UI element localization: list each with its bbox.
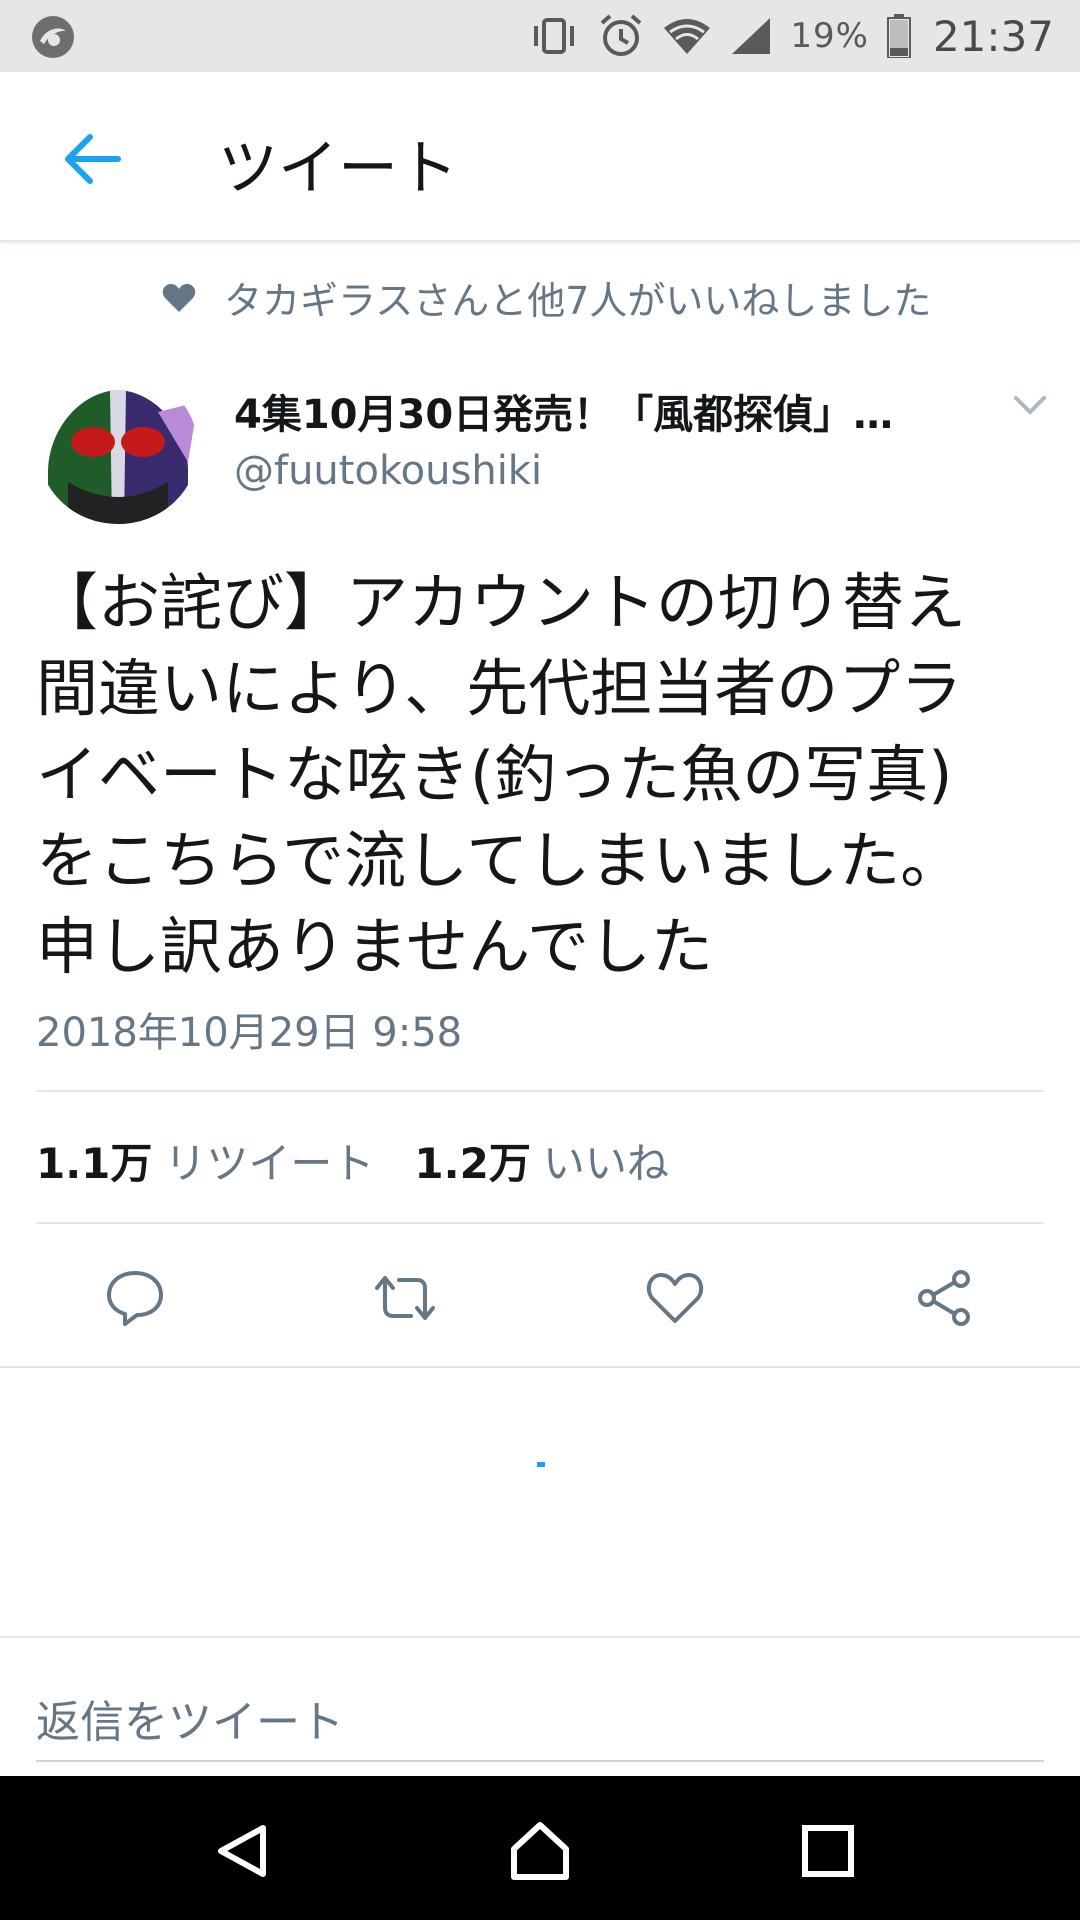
nav-home-button[interactable] [505, 1816, 575, 1886]
divider [36, 1222, 1044, 1224]
reply-placeholder: 返信をツイート [36, 1697, 344, 1748]
tweet-actions [0, 1226, 1080, 1366]
tweet-text: 【お詫び】アカウントの切り替え 間違いにより、先代担当者のプラ イベートな呟き(… [36, 560, 1046, 990]
share-button[interactable] [910, 1266, 980, 1330]
tweet-text-line: 申し訳ありませんでした [36, 910, 714, 983]
like-label[interactable]: いいね [543, 1130, 669, 1191]
share-icon [918, 1270, 970, 1326]
retweet-label[interactable]: リツイート [164, 1130, 374, 1191]
status-icons: 19% 21:37 [528, 0, 1054, 72]
author-handle[interactable]: @fuutokoushiki [234, 448, 542, 494]
app-bar: ツイート [0, 72, 1080, 242]
wifi-icon [664, 19, 711, 54]
page-title: ツイート [218, 134, 458, 204]
loading-indicator [537, 1462, 545, 1467]
tweet-stats: 1.1万 リツイート 1.2万 いいね [36, 1130, 709, 1191]
author-name[interactable]: 4集10月30日発売！「風都探偵」… [234, 382, 893, 440]
chevron-down-icon[interactable] [1010, 392, 1050, 420]
vibrate-icon [534, 18, 575, 54]
tweet-text-line: イベートな呟き(釣った魚の写真) [36, 738, 953, 811]
tweet-text-line: をこちらで流してしまいました。 [36, 824, 963, 897]
nav-back-button[interactable] [207, 1816, 277, 1886]
social-context-text: タカギラスさんと他7人がいいねしました [224, 279, 932, 323]
system-nav-bar [0, 1776, 1080, 1920]
status-bar: 19% 21:37 [0, 0, 1080, 72]
clock: 21:37 [932, 11, 1054, 61]
battery-icon [886, 14, 911, 58]
signal-icon [732, 18, 771, 54]
home-icon [511, 1822, 569, 1880]
divider [36, 1090, 1044, 1092]
reply-input[interactable]: 返信をツイート [36, 1680, 1044, 1762]
retweet-button[interactable] [370, 1266, 440, 1330]
avatar[interactable] [38, 372, 198, 524]
divider [0, 1366, 1080, 1368]
reply-icon [107, 1271, 163, 1326]
triangle-back-icon [218, 1825, 266, 1877]
tweet-timestamp: 2018年10月29日 9:58 [36, 1010, 463, 1056]
battery-percent: 19% [790, 16, 869, 56]
alarm-icon [601, 14, 642, 56]
nav-recents-button[interactable] [793, 1816, 863, 1886]
like-count[interactable]: 1.2万 [414, 1130, 530, 1191]
social-context[interactable]: タカギラスさんと他7人がいいねしました [162, 270, 931, 325]
heart-outline-icon [646, 1273, 704, 1323]
divider [0, 1636, 1080, 1638]
avatar-image [38, 372, 198, 524]
like-button[interactable] [640, 1266, 710, 1330]
tweet-text-line: 間違いにより、先代担当者のプラ [36, 652, 963, 725]
reply-button[interactable] [100, 1266, 170, 1330]
retweet-icon [375, 1276, 435, 1320]
square-recents-icon [802, 1825, 854, 1877]
back-button[interactable] [52, 124, 132, 194]
heart-icon [162, 283, 196, 312]
tweet-text-line: 【お詫び】アカウントの切り替え [36, 566, 967, 639]
arrow-left-icon [65, 134, 121, 184]
app-notification-icon [32, 16, 74, 58]
retweet-count[interactable]: 1.1万 [36, 1130, 152, 1191]
